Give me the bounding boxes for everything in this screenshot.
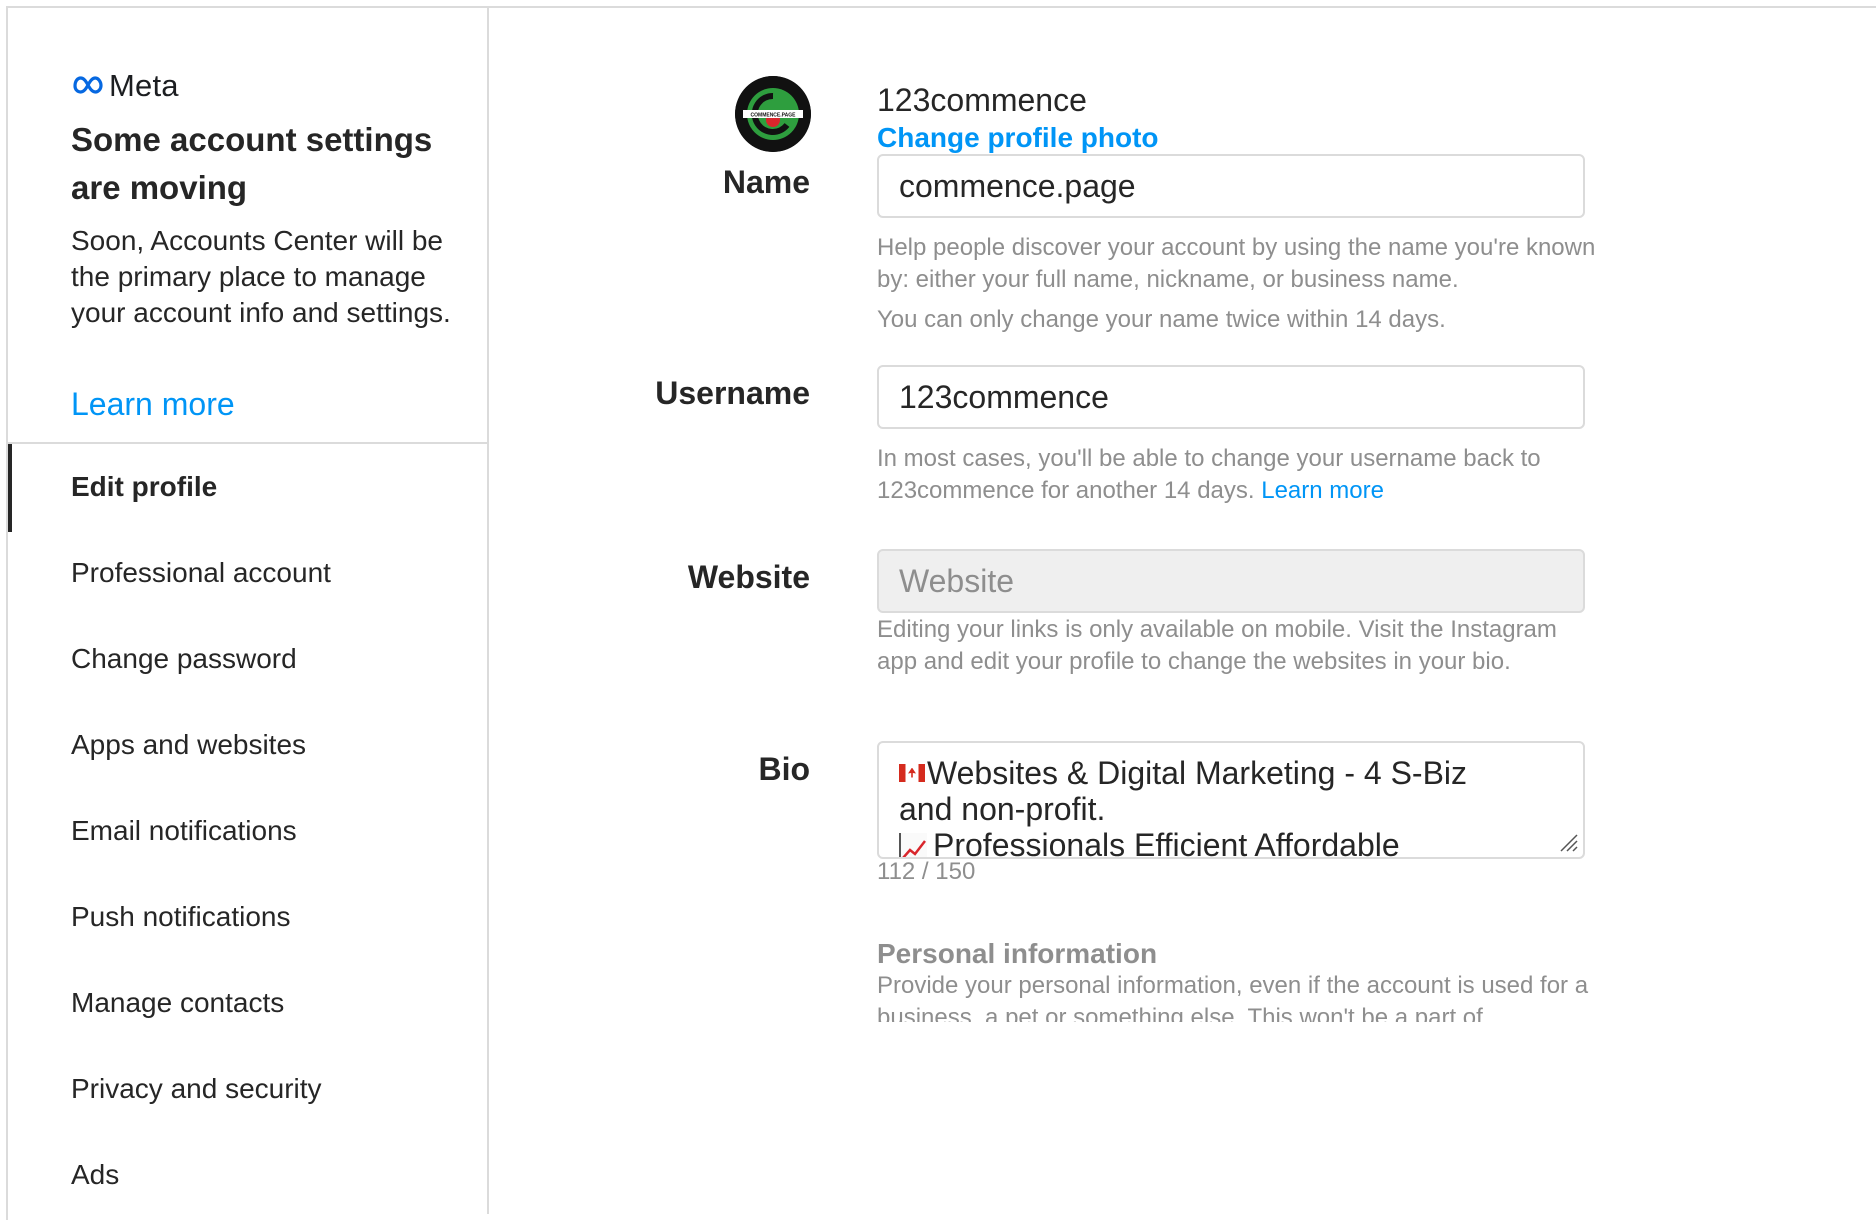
- username-help-block: In most cases, you'll be able to change …: [877, 443, 1597, 507]
- bio-line-2: and non-profit.: [899, 791, 1106, 827]
- username-help-text: In most cases, you'll be able to change …: [877, 445, 1541, 504]
- bio-char-counter: 112 / 150: [877, 858, 976, 885]
- canada-flag-icon: [899, 763, 925, 782]
- nav-item-ads[interactable]: Ads: [8, 1132, 487, 1218]
- name-label: Name: [722, 164, 810, 200]
- nav-item-manage-contacts[interactable]: Manage contacts: [8, 960, 487, 1046]
- meta-logo: Meta: [71, 68, 179, 104]
- avatar-text: COMMENCE.PAGE: [751, 113, 797, 119]
- avatar-logo-icon: COMMENCE.PAGE: [735, 76, 811, 152]
- meta-wordmark: Meta: [109, 68, 179, 103]
- bio-line-1: Websites & Digital Marketing - 4 S-Biz: [899, 755, 1563, 791]
- change-profile-photo-link[interactable]: Change profile photo: [877, 122, 1159, 154]
- bio-label: Bio: [758, 751, 810, 787]
- username-label: Username: [655, 375, 810, 411]
- personal-info-text: Provide your personal information, even …: [877, 972, 1589, 1022]
- avatar[interactable]: COMMENCE.PAGE: [735, 76, 811, 152]
- profile-username: 123commence: [877, 82, 1087, 118]
- nav-item-edit-profile[interactable]: Edit profile: [8, 444, 487, 532]
- website-help-text: Editing your links is only available on …: [877, 616, 1557, 675]
- notice-learn-more-link[interactable]: Learn more: [71, 386, 235, 423]
- meta-infinity-icon: [73, 76, 103, 94]
- nav-item-professional-account[interactable]: Professional account: [8, 530, 487, 616]
- nav-item-change-password[interactable]: Change password: [8, 616, 487, 702]
- website-label: Website: [687, 559, 810, 595]
- bio-textarea[interactable]: Websites & Digital Marketing - 4 S-Biz a…: [877, 741, 1585, 859]
- username-learn-more-link[interactable]: Learn more: [1261, 477, 1384, 504]
- website-field: Website: [877, 549, 1585, 613]
- notice-title: Some account settings are moving: [71, 121, 433, 206]
- nav-item-apps-and-websites[interactable]: Apps and websites: [8, 702, 487, 788]
- settings-nav: Edit profile Professional account Change…: [8, 444, 487, 1218]
- edit-profile-form: COMMENCE.PAGE 123commence Change profile…: [490, 8, 1876, 1214]
- resize-grip-icon[interactable]: [1557, 831, 1579, 853]
- sidebar: Meta Some account settings are moving So…: [8, 8, 489, 1214]
- nav-item-push-notifications[interactable]: Push notifications: [8, 874, 487, 960]
- name-help-text: Help people discover your account by usi…: [877, 234, 1596, 293]
- nav-item-privacy-and-security[interactable]: Privacy and security: [8, 1046, 487, 1132]
- name-change-limit-text: You can only change your name twice with…: [877, 306, 1446, 333]
- bio-line-1-text: Websites & Digital Marketing - 4 S-Biz: [927, 755, 1468, 791]
- chart-increasing-icon: [899, 832, 927, 857]
- nav-item-email-notifications[interactable]: Email notifications: [8, 788, 487, 874]
- bio-line-3-text: Professionals Efficient Affordable: [933, 827, 1400, 859]
- personal-info-title: Personal information: [877, 938, 1158, 969]
- bio-line-3: Professionals Efficient Affordable: [899, 827, 1563, 859]
- name-field[interactable]: commence.page: [877, 154, 1585, 218]
- username-field[interactable]: 123commence: [877, 365, 1585, 429]
- notice-body: Soon, Accounts Center will be the primar…: [71, 225, 451, 328]
